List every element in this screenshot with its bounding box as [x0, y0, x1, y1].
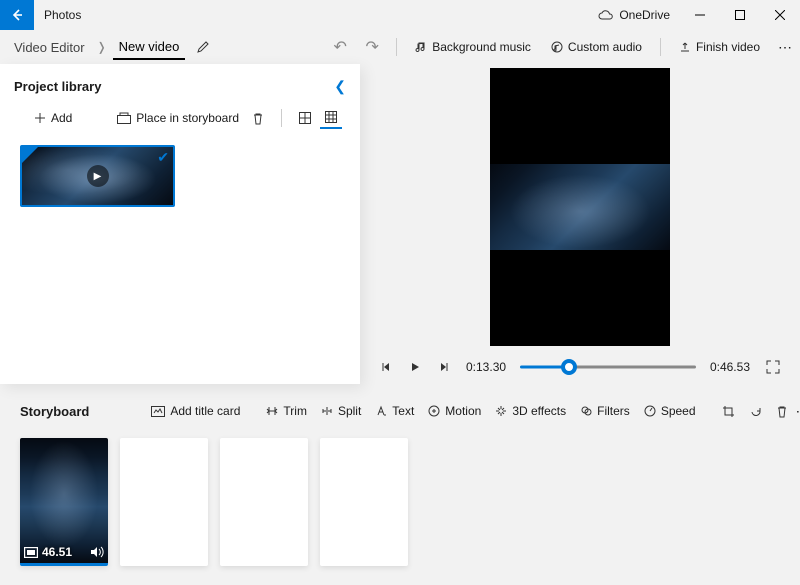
audio-icon: [551, 41, 563, 53]
filters-icon: [580, 405, 592, 417]
volume-icon: [90, 546, 104, 558]
sparkle-icon: [495, 405, 507, 417]
place-in-storyboard-button[interactable]: Place in storyboard: [113, 107, 243, 129]
fullscreen-button[interactable]: [764, 358, 782, 376]
separator: [281, 109, 282, 127]
speed-button[interactable]: Speed: [638, 400, 702, 422]
next-frame-button[interactable]: [434, 358, 452, 376]
text-icon: [375, 405, 387, 417]
crop-icon: [722, 405, 735, 418]
current-time: 0:13.30: [462, 360, 510, 374]
split-icon: [321, 405, 333, 417]
grid-2x2-icon: [299, 112, 311, 124]
rotate-button[interactable]: [743, 401, 768, 422]
clip-duration: 46.51: [42, 545, 86, 559]
maximize-button[interactable]: [720, 0, 760, 30]
project-library-panel: Project library ❮ Add Place in storyboar…: [0, 64, 360, 384]
video-preview[interactable]: [490, 68, 670, 346]
onedrive-button[interactable]: OneDrive: [588, 8, 680, 22]
plus-icon: [34, 112, 46, 124]
grid-3x3-icon: [325, 111, 337, 123]
breadcrumb-current[interactable]: New video: [113, 35, 186, 60]
storyboard-empty-slot[interactable]: [220, 438, 308, 566]
prev-frame-button[interactable]: [378, 358, 396, 376]
add-title-card-button[interactable]: Add title card: [145, 400, 246, 422]
split-button[interactable]: Split: [315, 400, 367, 422]
custom-audio-button[interactable]: Custom audio: [543, 33, 650, 61]
undo-button[interactable]: ↶: [326, 33, 354, 61]
video-content: [490, 164, 670, 250]
storyboard-empty-slot[interactable]: [120, 438, 208, 566]
storyboard-empty-slot[interactable]: [320, 438, 408, 566]
storyboard-clip[interactable]: 46.51: [20, 438, 108, 566]
delete-clip-button[interactable]: [770, 401, 794, 422]
seek-knob[interactable]: [561, 359, 577, 375]
filters-button[interactable]: Filters: [574, 400, 636, 422]
text-button[interactable]: Text: [369, 400, 420, 422]
rename-button[interactable]: [189, 33, 217, 61]
title-card-icon: [151, 406, 165, 417]
motion-button[interactable]: Motion: [422, 400, 487, 422]
onedrive-label: OneDrive: [619, 8, 670, 22]
preview-panel: 0:13.30 0:46.53: [360, 64, 800, 384]
back-button[interactable]: [0, 0, 34, 30]
library-clip[interactable]: ✔ ▶: [20, 145, 175, 207]
separator: [660, 38, 661, 56]
grid-large-button[interactable]: [294, 107, 316, 129]
app-title: Photos: [34, 8, 81, 22]
close-button[interactable]: [760, 0, 800, 30]
motion-icon: [428, 405, 440, 417]
add-media-button[interactable]: Add: [30, 107, 76, 129]
crop-button[interactable]: [716, 401, 741, 422]
library-title: Project library: [14, 79, 334, 94]
storyboard-more-button[interactable]: ⋯: [796, 397, 800, 425]
grid-small-button[interactable]: [320, 107, 342, 129]
play-overlay-icon: ▶: [87, 165, 109, 187]
total-time: 0:46.53: [706, 360, 754, 374]
chevron-right-icon: ❭: [95, 40, 109, 54]
aspect-icon: [24, 547, 38, 558]
music-icon: [415, 41, 427, 53]
speed-icon: [644, 405, 656, 417]
sub-header: Video Editor ❭ New video ↶ ↷ Background …: [0, 30, 800, 64]
cloud-icon: [598, 10, 614, 20]
minimize-button[interactable]: [680, 0, 720, 30]
trash-icon: [252, 112, 264, 125]
finish-video-button[interactable]: Finish video: [671, 33, 768, 61]
rotate-icon: [749, 405, 762, 418]
seek-slider[interactable]: [520, 365, 696, 369]
delete-media-button[interactable]: [247, 107, 269, 129]
export-icon: [679, 41, 691, 53]
storyboard-panel: Storyboard Add title card Trim Split Tex…: [0, 384, 800, 566]
breadcrumb-root[interactable]: Video Editor: [8, 36, 91, 59]
trim-button[interactable]: Trim: [260, 400, 313, 422]
collapse-library-button[interactable]: ❮: [334, 78, 346, 95]
title-bar: Photos OneDrive: [0, 0, 800, 30]
more-button[interactable]: ⋯: [772, 33, 800, 61]
redo-button[interactable]: ↷: [358, 33, 386, 61]
background-music-button[interactable]: Background music: [407, 33, 539, 61]
3d-effects-button[interactable]: 3D effects: [489, 400, 572, 422]
storyboard-title: Storyboard: [20, 404, 105, 419]
selected-corner-icon: [22, 147, 38, 163]
trash-icon: [776, 405, 788, 418]
separator: [396, 38, 397, 56]
trim-icon: [266, 405, 278, 417]
check-icon: ✔: [157, 149, 169, 166]
storyboard-icon: [117, 112, 131, 124]
pencil-icon: [196, 40, 210, 54]
play-button[interactable]: [406, 358, 424, 376]
